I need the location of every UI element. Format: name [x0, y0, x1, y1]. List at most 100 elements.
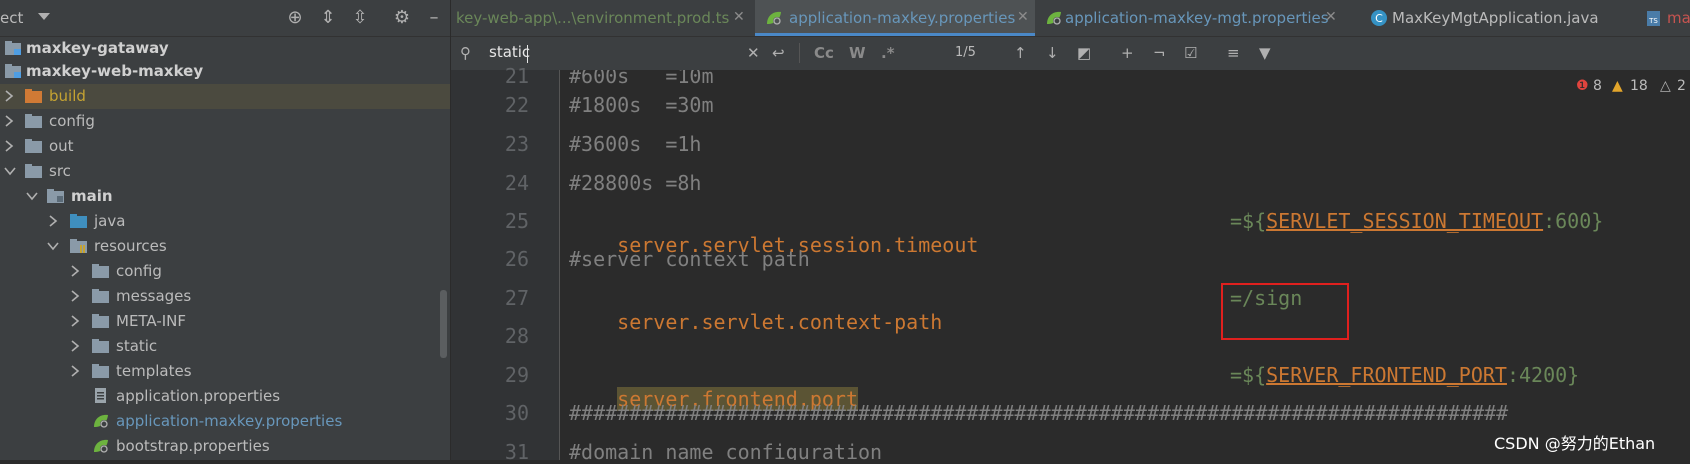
locate-icon[interactable]: ⊕ — [284, 7, 306, 29]
line-number: 27 — [504, 286, 529, 310]
weak-warning-icon[interactable]: △ — [1660, 78, 1671, 94]
code-line-27: server.servlet.context-path — [569, 286, 942, 358]
folder-icon — [25, 163, 43, 179]
gear-icon[interactable]: ⚙ — [391, 7, 413, 29]
tab-maxkeymgtapplication-java[interactable]: C MaxKeyMgtApplication.java — [1370, 0, 1640, 36]
tree-item-out[interactable]: out — [0, 134, 450, 159]
chevron-right-icon[interactable] — [48, 214, 58, 228]
tree-item-build[interactable]: build — [0, 84, 450, 109]
tab-application-maxkey-properties[interactable]: application-maxkey.properties ✕ — [755, 0, 1035, 36]
chevron-down-icon[interactable] — [46, 239, 59, 253]
tree-item-bootstrap-properties[interactable]: bootstrap.properties — [0, 434, 450, 459]
select-all-matches-icon[interactable]: ☑ — [1184, 43, 1197, 63]
close-icon[interactable]: ✕ — [733, 9, 745, 25]
chevron-down-icon[interactable] — [3, 164, 16, 178]
tab-label: key-web-app\...\environment.prod.ts — [456, 9, 730, 27]
tree-item-maxkey-web-maxkey[interactable]: maxkey-web-maxkey — [0, 59, 450, 84]
tab-label: application-maxkey.properties — [789, 9, 1016, 27]
property-default: :600} — [1543, 209, 1604, 233]
property-key: server.servlet.context-path — [617, 310, 943, 334]
placeholder-link[interactable]: SERVLET_SESSION_TIMEOUT — [1266, 209, 1543, 233]
tree-scrollbar[interactable] — [440, 290, 447, 358]
chevron-right-icon[interactable] — [70, 364, 80, 378]
regex-toggle[interactable]: .* — [881, 43, 895, 63]
add-occurrence-icon[interactable]: + — [1121, 43, 1134, 63]
clear-icon[interactable]: ✕ — [747, 43, 760, 63]
tree-item-templates[interactable]: templates — [0, 359, 450, 384]
arrow-up-icon[interactable]: ↑ — [1014, 43, 1027, 63]
tree-item-messages[interactable]: messages — [0, 284, 450, 309]
chevron-down-icon[interactable] — [25, 189, 38, 203]
chevron-down-icon[interactable] — [38, 13, 50, 20]
warning-count[interactable]: 18 — [1630, 78, 1648, 94]
spring-leaf-icon — [92, 438, 110, 454]
folder-icon — [92, 313, 110, 329]
error-count[interactable]: 8 — [1593, 78, 1602, 94]
match-count: 1/5 — [955, 45, 976, 60]
chevron-right-icon[interactable] — [4, 114, 14, 128]
line-number: 26 — [504, 247, 529, 271]
tree-item-src[interactable]: src — [0, 159, 450, 184]
divider — [799, 43, 800, 63]
search-input[interactable]: static — [489, 43, 530, 61]
tree-item-config[interactable]: config — [0, 109, 450, 134]
close-icon[interactable]: ✕ — [1325, 9, 1337, 25]
spring-leaf-icon — [1045, 10, 1063, 30]
chevron-right-icon[interactable] — [70, 314, 80, 328]
filter-lines-icon[interactable]: ≡ — [1227, 43, 1240, 63]
error-icon[interactable]: ❶ — [1576, 78, 1589, 94]
source-folder-icon — [47, 188, 65, 204]
expand-all-icon[interactable]: ⇕ — [317, 7, 339, 29]
code-editor[interactable]: #600s =10m #1800s =30m #3600s =1h #28800… — [560, 70, 1690, 460]
warning-icon[interactable]: ▲ — [1612, 78, 1623, 94]
line-number: 23 — [504, 132, 529, 156]
tree-item-resources[interactable]: resources — [0, 234, 450, 259]
tab-environment-prod-ts[interactable]: key-web-app\...\environment.prod.ts ✕ — [451, 0, 753, 36]
search-icon[interactable]: ⚲ — [460, 43, 471, 63]
remove-occurrence-icon[interactable]: ¬ — [1153, 43, 1166, 63]
tree-item-application-maxkey-properties[interactable]: application-maxkey.properties — [0, 409, 450, 434]
annotation-box — [1221, 283, 1349, 340]
arrow-down-icon[interactable]: ↓ — [1046, 43, 1059, 63]
chevron-right-icon[interactable] — [70, 289, 80, 303]
tree-item-application-properties[interactable]: application.properties — [0, 384, 450, 409]
tree-item-label: java — [94, 212, 126, 230]
placeholder-link[interactable]: SERVER_FRONTEND_PORT — [1266, 363, 1507, 387]
tree-item-label: maxkey-web-maxkey — [26, 62, 204, 80]
chevron-right-icon[interactable] — [4, 139, 14, 153]
minimize-icon[interactable]: – — [423, 7, 445, 29]
tree-item-maxkey-gataway[interactable]: maxkey-gataway — [0, 36, 450, 61]
tree-item-java[interactable]: java — [0, 209, 450, 234]
new-line-icon[interactable]: ↩ — [772, 43, 785, 63]
tree-item-main[interactable]: main — [0, 184, 450, 209]
module-folder-icon — [5, 40, 23, 56]
code-line-21: #600s =10m — [569, 70, 714, 88]
folder-icon — [70, 213, 88, 229]
weak-warning-count[interactable]: 2 — [1677, 78, 1686, 94]
collapse-all-icon[interactable]: ⇳ — [349, 7, 371, 29]
project-view-label[interactable]: ect — [0, 9, 23, 27]
tab-ma[interactable]: TS ma — [1641, 0, 1690, 36]
chevron-right-icon[interactable] — [70, 264, 80, 278]
svg-text:TS: TS — [1648, 17, 1658, 25]
chevron-right-icon[interactable] — [4, 89, 14, 103]
close-icon[interactable]: ✕ — [1017, 9, 1029, 25]
tree-item-label: build — [49, 87, 86, 105]
chevron-right-icon[interactable] — [70, 339, 80, 353]
tree-item-meta-inf[interactable]: META-INF — [0, 309, 450, 334]
tree-item-static[interactable]: static — [0, 334, 450, 359]
filter-icon[interactable]: ▼ — [1259, 43, 1271, 63]
tree-item-label: config — [116, 262, 162, 280]
tree-item-config[interactable]: config — [0, 259, 450, 284]
match-case-toggle[interactable]: Cc — [814, 43, 834, 63]
select-all-occurrences-icon[interactable]: ◩ — [1077, 43, 1091, 63]
folder-icon — [25, 138, 43, 154]
code-line-30: ########################################… — [569, 401, 1509, 425]
folder-icon — [92, 363, 110, 379]
project-toolbar: ect ⊕ ⇕ ⇳ ⚙ – — [0, 0, 450, 37]
code-line-24: #28800s =8h — [569, 171, 702, 195]
whole-words-toggle[interactable]: W — [849, 43, 866, 63]
tab-application-maxkey-mgt-properties[interactable]: application-maxkey-mgt.properties ✕ — [1039, 0, 1345, 36]
tree-item-label: bootstrap.properties — [116, 437, 270, 455]
tree-item-label: application-maxkey.properties — [116, 412, 343, 430]
